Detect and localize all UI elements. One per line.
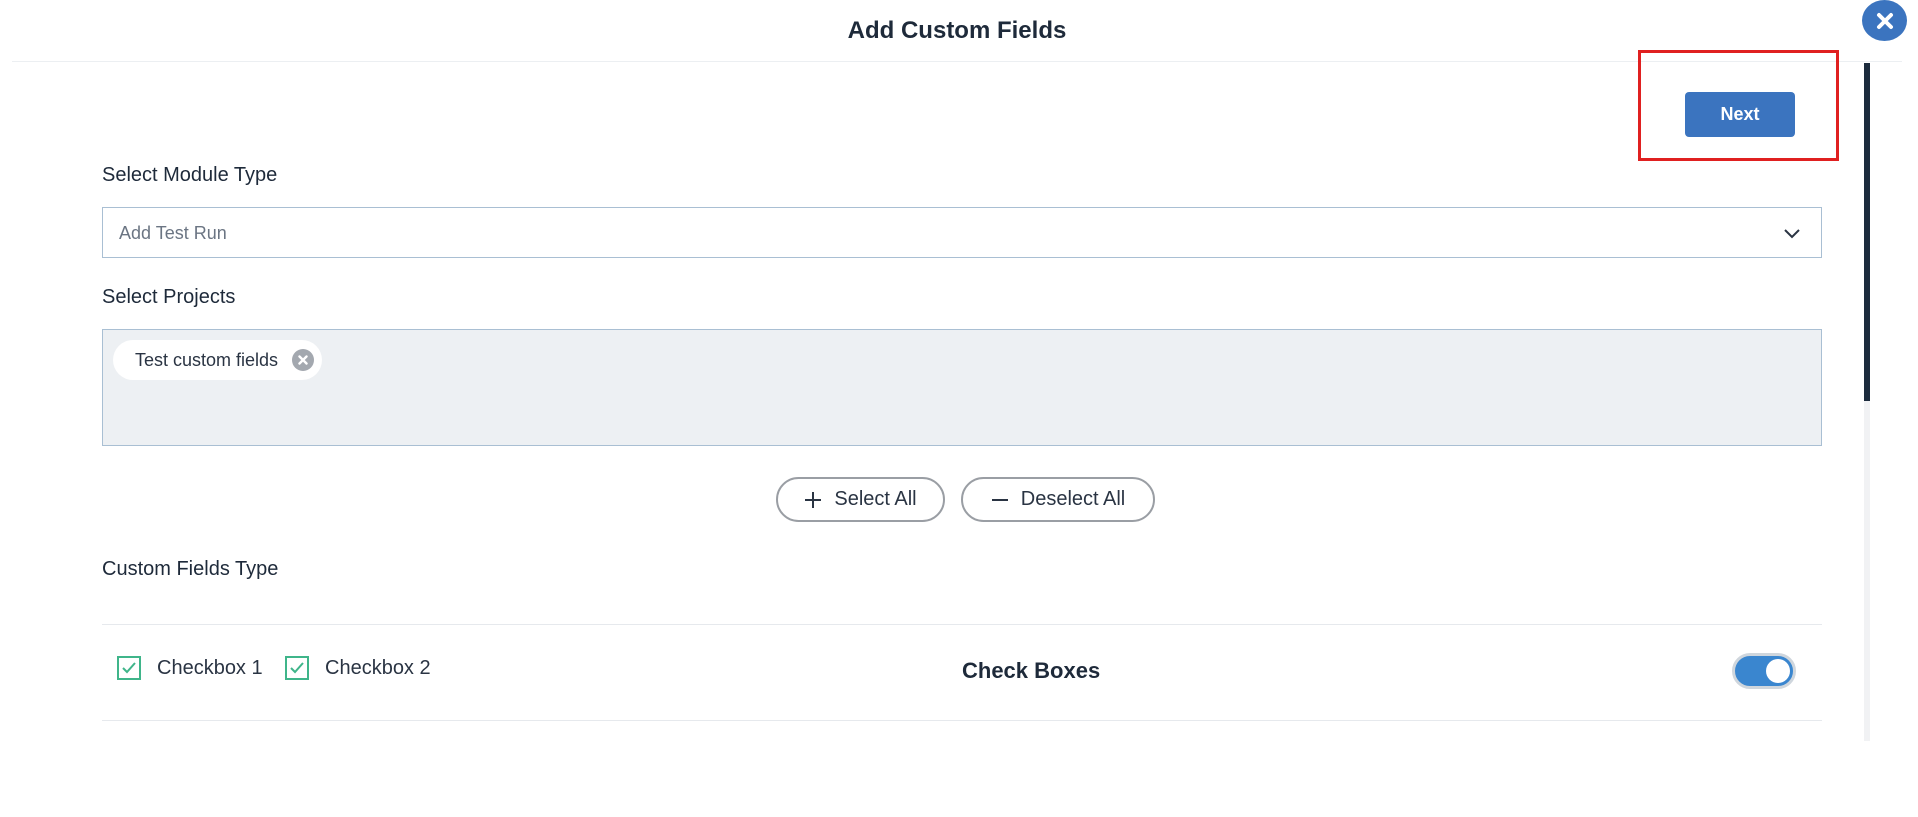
project-chip: Test custom fields <box>113 340 323 380</box>
select-all-label: Select All <box>834 488 917 510</box>
row-divider-bottom <box>102 720 1822 721</box>
project-chip-label: Test custom fields <box>135 349 279 370</box>
checkbox-option-1[interactable]: Checkbox 1 <box>117 656 263 680</box>
checkbox-label: Checkbox 1 <box>157 656 263 679</box>
custom-fields-dialog: Add Custom Fields Next Select Module Typ… <box>0 0 1918 817</box>
next-button[interactable]: Next <box>1685 92 1795 137</box>
close-button[interactable] <box>1862 0 1907 41</box>
plus-icon <box>805 491 822 508</box>
toggle-knob <box>1766 659 1790 683</box>
checkbox-checked-icon[interactable] <box>117 656 141 680</box>
projects-label: Select Projects <box>102 286 236 308</box>
custom-fields-type-label: Custom Fields Type <box>102 558 279 580</box>
scrollbar[interactable] <box>1864 63 1870 741</box>
row-divider-top <box>102 624 1822 625</box>
checkbox-label: Checkbox 2 <box>325 656 431 679</box>
checkbox-checked-icon[interactable] <box>285 656 309 680</box>
checkbox-option-2[interactable]: Checkbox 2 <box>285 656 431 680</box>
deselect-all-label: Deselect All <box>1020 488 1126 510</box>
minus-icon <box>991 498 1008 501</box>
dialog-title: Add Custom Fields <box>847 17 1067 44</box>
scrollbar-thumb[interactable] <box>1864 63 1870 401</box>
select-all-button[interactable]: Select All <box>776 477 945 522</box>
field-type-name: Check Boxes <box>962 658 1101 683</box>
module-type-select[interactable]: Add Test Run <box>102 207 1822 258</box>
chevron-down-icon <box>1784 229 1800 239</box>
field-type-toggle[interactable] <box>1732 653 1796 689</box>
remove-circle-icon[interactable] <box>292 349 315 371</box>
module-type-label: Select Module Type <box>102 164 278 186</box>
module-type-value: Add Test Run <box>119 223 227 243</box>
close-x-icon <box>1876 12 1893 29</box>
deselect-all-button[interactable]: Deselect All <box>961 477 1155 522</box>
dialog-header: Add Custom Fields <box>12 0 1902 62</box>
projects-multiselect[interactable]: Test custom fields <box>102 329 1822 446</box>
